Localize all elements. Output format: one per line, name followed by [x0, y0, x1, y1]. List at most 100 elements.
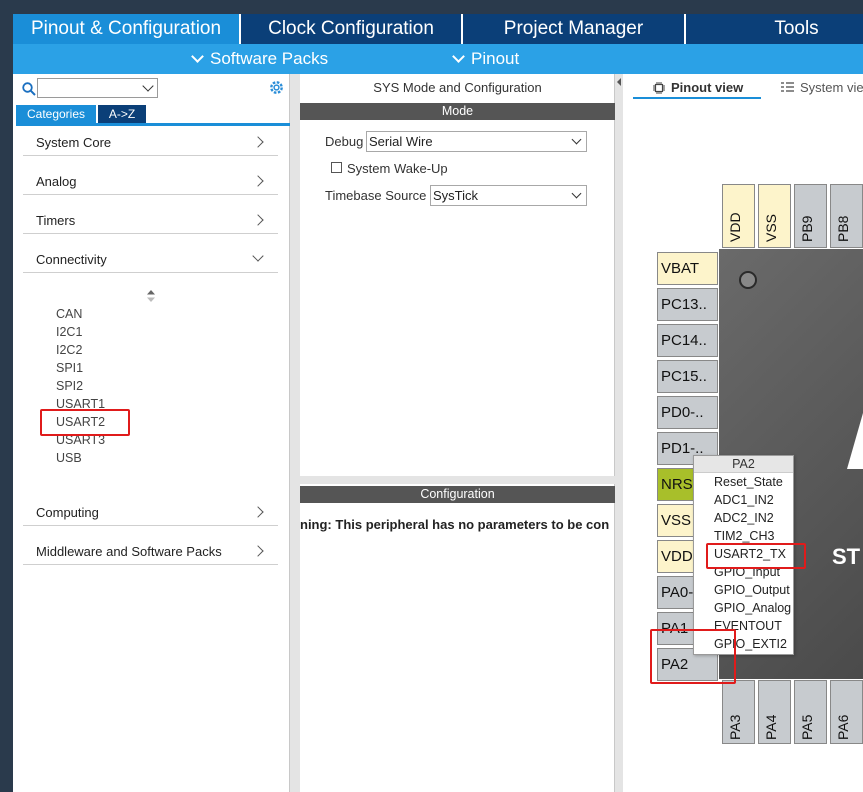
chevron-right-icon	[252, 506, 264, 518]
category-label: Computing	[36, 505, 99, 520]
timebase-label: Timebase Source	[325, 188, 427, 203]
peripheral-i2c1[interactable]: I2C1	[56, 325, 82, 339]
pin-label: PB9	[799, 215, 815, 242]
category-connectivity[interactable]: Connectivity	[23, 243, 278, 273]
chevron-down-icon	[571, 188, 582, 199]
category-label: System Core	[36, 135, 112, 150]
category-analog[interactable]: Analog	[23, 165, 278, 195]
pin-label: PB8	[835, 215, 851, 242]
category-system-core[interactable]: System Core	[23, 126, 278, 156]
tab-project-manager[interactable]: Project Manager	[463, 14, 684, 44]
popup-title: PA2	[694, 456, 793, 473]
category-computing[interactable]: Computing	[23, 496, 278, 526]
chevron-down-icon	[571, 134, 582, 145]
configuration-header: Configuration	[300, 486, 615, 503]
tab-a-z[interactable]: A->Z	[98, 105, 146, 123]
timebase-select[interactable]: SysTick	[430, 185, 587, 206]
chevron-right-icon	[252, 545, 264, 557]
pin-pc13[interactable]: PC13..	[657, 288, 718, 321]
tab-system-view[interactable]: System vie	[781, 80, 863, 95]
peripheral-usb[interactable]: USB	[56, 451, 82, 465]
chip-icon	[653, 81, 665, 94]
chevron-right-icon	[252, 214, 264, 226]
pin-pa6[interactable]: PA6	[830, 680, 863, 744]
pin-label: VDD	[727, 212, 743, 242]
sort-icon[interactable]	[146, 290, 156, 302]
panel-splitter[interactable]	[300, 476, 615, 484]
highlight-box-pa2	[650, 629, 736, 684]
software-packs-label: Software Packs	[210, 49, 329, 68]
tab-categories[interactable]: Categories	[16, 105, 96, 123]
panel-title: SYS Mode and Configuration	[373, 80, 542, 95]
chevron-down-icon[interactable]	[142, 80, 154, 92]
category-middleware[interactable]: Middleware and Software Packs	[23, 535, 278, 565]
category-label: Timers	[36, 213, 76, 228]
st-logo	[847, 399, 863, 469]
pinout-label: Pinout	[471, 49, 520, 68]
search-input[interactable]	[37, 78, 158, 98]
debug-value: Serial Wire	[369, 134, 433, 149]
window-frame-top	[0, 0, 863, 14]
category-timers[interactable]: Timers	[23, 204, 278, 234]
list-icon	[781, 82, 794, 92]
popup-item-gpio-analog[interactable]: GPIO_Analog	[694, 599, 793, 617]
peripheral-can[interactable]: CAN	[56, 307, 82, 321]
chevron-right-icon	[252, 175, 264, 187]
category-label: Middleware and Software Packs	[36, 544, 222, 559]
category-label: Analog	[36, 174, 77, 189]
sys-mode-panel: SYS Mode and Configuration Mode Debug Se…	[300, 74, 615, 792]
debug-label: Debug	[325, 134, 364, 149]
pin-pd0[interactable]: PD0-..	[657, 396, 718, 429]
tab-pinout-view[interactable]: Pinout view	[653, 80, 743, 95]
pin-pb9[interactable]: PB9	[794, 184, 827, 248]
warning-message: ning: This peripheral has no parameters …	[300, 517, 610, 532]
pin-label: VSS	[763, 213, 779, 242]
pin-label: PA3	[727, 714, 743, 740]
panel-splitter[interactable]	[290, 74, 300, 792]
chevron-right-icon	[252, 136, 264, 148]
pin-vdd-top[interactable]: VDD	[722, 184, 755, 248]
popup-item-reset-state[interactable]: Reset_State	[694, 473, 793, 491]
pin-pc14[interactable]: PC14..	[657, 324, 718, 357]
tab-pinout-configuration[interactable]: Pinout & Configuration	[13, 14, 239, 44]
highlight-box-usart2	[40, 409, 130, 436]
pin-label: PA6	[835, 714, 851, 740]
system-wakeup-checkbox[interactable]	[331, 162, 342, 173]
gear-icon[interactable]	[268, 79, 285, 96]
panel-splitter[interactable]	[615, 74, 623, 792]
peripheral-spi2[interactable]: SPI2	[56, 379, 83, 393]
pin1-marker	[739, 271, 757, 289]
sub-menu-bar: Software Packs Pinout	[13, 44, 863, 74]
chip-label: ST	[832, 544, 861, 569]
popup-item-adc2-in2[interactable]: ADC2_IN2	[694, 509, 793, 527]
highlight-box-usart2-tx	[706, 543, 806, 569]
pin-label: PA5	[799, 714, 815, 740]
system-wakeup-label: System Wake-Up	[347, 161, 448, 176]
collapse-arrow-icon[interactable]	[617, 78, 621, 86]
tab-underline	[633, 97, 761, 99]
tab-tools[interactable]: Tools	[686, 14, 863, 44]
software-packs-menu[interactable]: Software Packs	[191, 44, 329, 74]
debug-select[interactable]: Serial Wire	[366, 131, 587, 152]
popup-item-gpio-output[interactable]: GPIO_Output	[694, 581, 793, 599]
chevron-down-icon	[252, 250, 264, 262]
pinout-menu[interactable]: Pinout	[452, 44, 520, 74]
window-frame-left	[0, 0, 13, 792]
search-icon[interactable]	[22, 82, 36, 96]
pin-pa3[interactable]: PA3	[722, 680, 755, 744]
chevron-down-icon	[452, 50, 465, 63]
tab-label: System vie	[800, 80, 863, 95]
tab-clock-configuration[interactable]: Clock Configuration	[241, 14, 461, 44]
tab-label: Pinout view	[671, 80, 744, 95]
pin-pc15[interactable]: PC15..	[657, 360, 718, 393]
peripheral-spi1[interactable]: SPI1	[56, 361, 83, 375]
pin-pb8[interactable]: PB8	[830, 184, 863, 248]
pin-vss-top[interactable]: VSS	[758, 184, 791, 248]
pin-pa5[interactable]: PA5	[794, 680, 827, 744]
pinout-view-panel: Pinout view System vie ST VDD VSS PB9 PB…	[623, 74, 863, 792]
pin-vbat[interactable]: VBAT	[657, 252, 718, 285]
popup-item-adc1-in2[interactable]: ADC1_IN2	[694, 491, 793, 509]
peripheral-i2c2[interactable]: I2C2	[56, 343, 82, 357]
pin-pa4[interactable]: PA4	[758, 680, 791, 744]
pin-label: PA4	[763, 714, 779, 740]
